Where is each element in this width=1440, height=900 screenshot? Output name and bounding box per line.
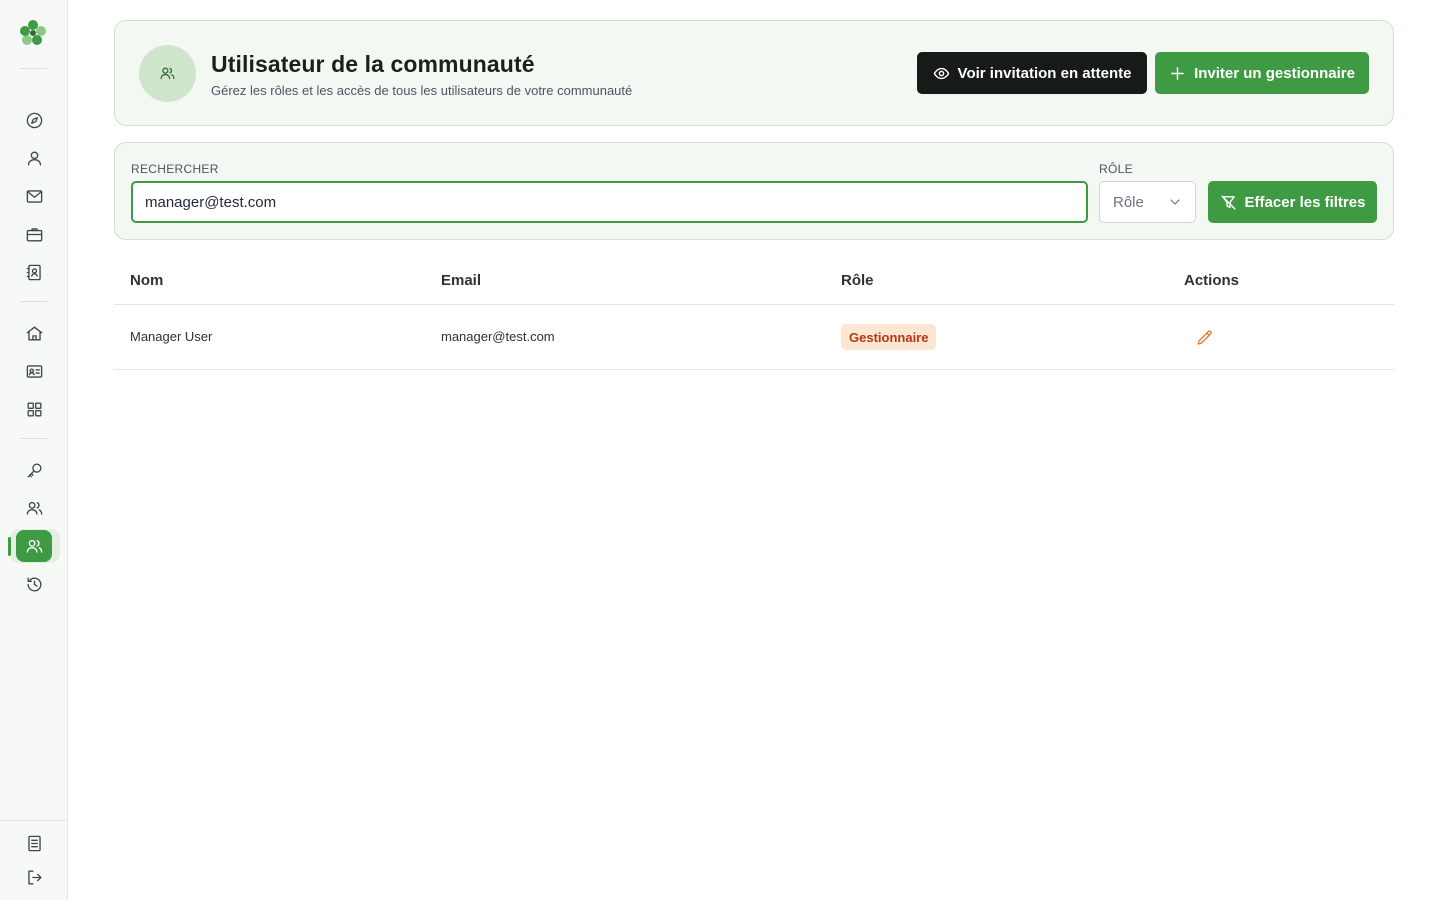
sidebar-item-messages[interactable] — [16, 180, 52, 212]
invite-manager-label: Inviter un gestionnaire — [1194, 64, 1355, 82]
sidebar-divider — [20, 301, 47, 302]
eye-icon — [933, 67, 949, 79]
active-item-indicator — [8, 537, 11, 556]
sidebar-item-apps[interactable] — [16, 393, 52, 425]
sidebar-item-community-users[interactable] — [16, 530, 52, 562]
home-icon — [26, 325, 42, 341]
chevron-down-icon — [1170, 199, 1180, 205]
role-select[interactable]: Rôle — [1099, 181, 1196, 223]
grid-icon — [26, 401, 42, 417]
role-label: RÔLE — [1099, 162, 1133, 176]
sidebar-item-home[interactable] — [16, 317, 52, 349]
invite-manager-button[interactable]: Inviter un gestionnaire — [1155, 52, 1369, 94]
pencil-icon — [1197, 330, 1212, 345]
column-header-email: Email — [441, 272, 482, 289]
sidebar-item-members[interactable] — [16, 355, 52, 387]
logout-icon — [27, 869, 42, 885]
table-row: Manager User manager@test.com Gestionnai… — [114, 305, 1394, 370]
column-header-actions: Actions — [1184, 272, 1240, 289]
history-icon — [26, 576, 41, 592]
sidebar-item-access[interactable] — [16, 454, 52, 486]
key-icon — [26, 462, 42, 478]
clover-logo-icon[interactable] — [18, 18, 48, 48]
clear-filters-button[interactable]: Effacer les filtres — [1208, 181, 1377, 223]
briefcase-icon — [26, 227, 42, 242]
page-header: Utilisateur de la communauté Gérez les r… — [114, 20, 1394, 126]
filter-off-icon — [1220, 194, 1236, 210]
id-card-icon — [26, 364, 42, 378]
header-icon-badge — [139, 45, 196, 102]
filters-panel: RECHERCHER RÔLE Rôle Effacer les filtres — [114, 142, 1394, 240]
column-header-role: Rôle — [841, 272, 874, 289]
sidebar-item-users[interactable] — [16, 492, 52, 524]
sidebar-divider — [0, 820, 68, 821]
users-icon — [26, 501, 42, 515]
sidebar-item-documents[interactable] — [16, 827, 52, 859]
search-input[interactable] — [131, 181, 1088, 223]
sidebar-item-explore[interactable] — [16, 104, 52, 136]
role-badge: Gestionnaire — [841, 324, 937, 350]
users-icon — [160, 67, 175, 80]
clear-filters-label: Effacer les filtres — [1244, 193, 1366, 211]
search-label: RECHERCHER — [131, 162, 219, 176]
column-header-name: Nom — [130, 272, 164, 289]
contact-book-icon — [26, 264, 41, 280]
edit-user-button[interactable] — [1194, 327, 1216, 349]
sidebar-item-jobs[interactable] — [16, 218, 52, 250]
user-name-cell: Manager User — [130, 329, 213, 344]
view-pending-invitations-button[interactable]: Voir invitation en attente — [917, 52, 1147, 94]
sidebar-item-history[interactable] — [16, 568, 52, 600]
view-pending-invitations-label: Voir invitation en attente — [957, 64, 1132, 82]
page-subtitle: Gérez les rôles et les accès de tous les… — [211, 83, 633, 98]
user-email-cell: manager@test.com — [441, 329, 555, 344]
page-title: Utilisateur de la communauté — [211, 51, 535, 77]
sidebar-item-logout[interactable] — [16, 861, 52, 893]
document-icon — [27, 835, 41, 851]
user-icon — [27, 150, 41, 166]
sidebar-item-profile[interactable] — [16, 142, 52, 174]
sidebar-divider — [20, 68, 47, 69]
sidebar-item-contacts[interactable] — [16, 256, 52, 288]
sidebar — [0, 0, 68, 900]
plus-icon — [1171, 66, 1184, 80]
table-header: Nom Email Rôle Actions — [114, 256, 1394, 305]
community-users-icon — [26, 539, 42, 553]
mail-icon — [26, 189, 42, 203]
compass-icon — [26, 112, 42, 128]
role-select-placeholder: Rôle — [1113, 193, 1144, 211]
sidebar-divider — [20, 438, 47, 439]
